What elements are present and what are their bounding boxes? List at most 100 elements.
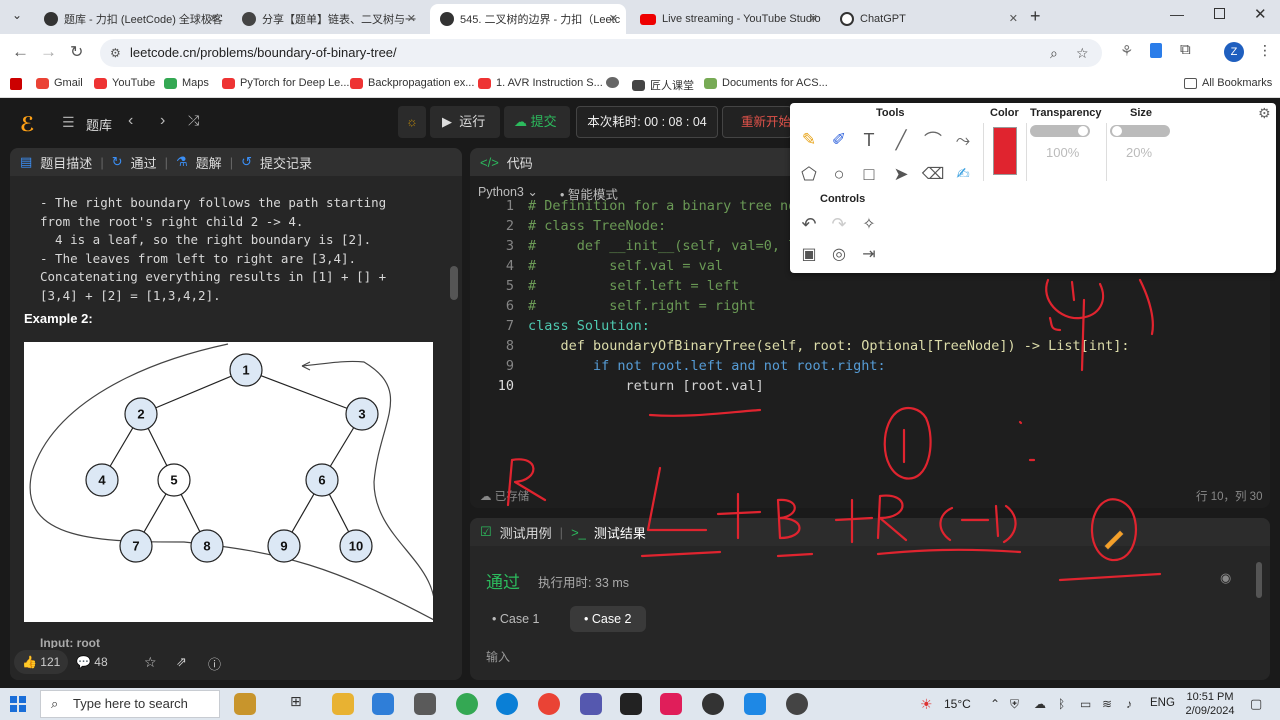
prev-problem-icon[interactable]: ‹ xyxy=(128,112,133,130)
bookmark-star-icon[interactable]: ☆ xyxy=(1076,39,1089,67)
like-button[interactable]: 👍 121 xyxy=(14,650,68,674)
results-scrollbar[interactable] xyxy=(1256,562,1262,598)
network-icon[interactable]: ▭ xyxy=(1080,697,1091,711)
close-tab-icon[interactable]: ✕ xyxy=(809,12,818,25)
tab-accepted[interactable]: 通过 xyxy=(131,153,157,172)
taskbar-search-box[interactable]: ⌕ Type here to search xyxy=(40,690,220,718)
bookmark-item[interactable]: Maps xyxy=(164,77,209,89)
comments-button[interactable]: 💬 48 xyxy=(76,655,108,669)
slider-thumb[interactable] xyxy=(1078,126,1088,136)
terminal-app-icon[interactable] xyxy=(620,693,642,715)
bookmark-item[interactable]: 匠人课堂 xyxy=(632,77,694,93)
case-2-tab[interactable]: • Case 2 xyxy=(570,606,646,632)
slack-icon[interactable] xyxy=(660,693,682,715)
polygon-tool-icon[interactable]: ⬠ xyxy=(796,161,822,187)
debug-icon[interactable]: ☼ xyxy=(398,106,426,138)
extension-blue-icon[interactable] xyxy=(1150,43,1162,58)
share-icon[interactable]: ⇗ xyxy=(176,654,187,670)
text-tool-icon[interactable]: T xyxy=(856,127,882,153)
all-bookmarks[interactable]: All Bookmarks xyxy=(1184,77,1272,89)
arrow-tool-icon[interactable]: ⤳ xyxy=(950,127,976,153)
settings-gear-icon[interactable]: ⚙ xyxy=(1258,105,1271,122)
reload-icon[interactable]: ↻ xyxy=(70,42,83,62)
chrome-alt-icon[interactable] xyxy=(538,693,560,715)
visibility-eye-icon[interactable]: ◉ xyxy=(1220,570,1231,586)
marker-icon[interactable]: ✐ xyxy=(826,127,852,153)
clock-time[interactable]: 10:51 PM xyxy=(1184,691,1236,703)
tab-description[interactable]: 题目描述 xyxy=(40,153,92,172)
description-scrollbar[interactable] xyxy=(450,266,458,300)
close-tab-icon[interactable]: ✕ xyxy=(609,12,618,25)
highlighter-icon[interactable]: ✍ xyxy=(950,161,976,187)
back-arrow-icon[interactable]: ← xyxy=(12,42,29,62)
browser-tab[interactable]: 分享【题单】链表、二叉树与一 ✕ xyxy=(232,4,424,34)
close-tab-icon[interactable]: ✕ xyxy=(209,12,218,25)
site-info-icon[interactable]: ⚙ xyxy=(110,39,121,67)
tab-solutions[interactable]: 题解 xyxy=(196,153,222,172)
restart-button[interactable]: 重新开始 xyxy=(722,106,792,138)
tab-submissions[interactable]: 提交记录 xyxy=(260,153,312,172)
case-1-tab[interactable]: • Case 1 xyxy=(492,612,539,626)
run-button[interactable]: ▶ 运行 xyxy=(430,106,500,138)
favorite-star-icon[interactable]: ☆ xyxy=(144,654,157,671)
app-icon[interactable] xyxy=(414,693,436,715)
github-icon[interactable] xyxy=(702,693,724,715)
browser-menu-icon[interactable]: ⋮ xyxy=(1258,42,1272,59)
exit-icon[interactable]: ⇥ xyxy=(856,241,882,267)
select-pointer-icon[interactable]: ➤ xyxy=(888,161,914,187)
wifi-icon[interactable]: ≋ xyxy=(1102,697,1112,711)
task-view-icon[interactable] xyxy=(234,693,256,715)
windows-start-icon[interactable] xyxy=(10,696,26,712)
redo-icon[interactable]: ↷ xyxy=(826,211,852,237)
transparency-slider[interactable] xyxy=(1030,125,1090,137)
cloud-icon[interactable]: ☁ xyxy=(1034,697,1046,711)
tab-test-result[interactable]: 测试结果 xyxy=(594,523,646,542)
slider-thumb[interactable] xyxy=(1112,126,1122,136)
teams-icon[interactable] xyxy=(580,693,602,715)
size-slider[interactable] xyxy=(1110,125,1170,137)
clear-all-icon[interactable]: ✧ xyxy=(856,211,882,237)
next-problem-icon[interactable]: › xyxy=(160,112,165,130)
extensions-puzzle-icon[interactable]: ⧉ xyxy=(1180,41,1191,58)
undo-icon[interactable]: ↶ xyxy=(796,211,822,237)
widgets-icon[interactable]: ⊞ xyxy=(290,693,312,715)
minimize-window-icon[interactable]: — xyxy=(1170,6,1184,22)
volume-icon[interactable]: ♪ xyxy=(1126,697,1132,711)
forward-arrow-icon[interactable]: → xyxy=(40,42,57,62)
zoom-icon[interactable]: ⌕ xyxy=(1050,39,1058,67)
clock-date[interactable]: 2/09/2024 xyxy=(1182,705,1238,717)
tab-search-chevron-icon[interactable]: ⌄ xyxy=(8,8,26,26)
browser-tab[interactable]: Live streaming - YouTube Studio ✕ xyxy=(630,4,826,34)
bookmark-item[interactable]: Documents for ACS... xyxy=(704,77,828,89)
bookmark-item[interactable] xyxy=(606,77,624,88)
bookmark-item[interactable]: Gmail xyxy=(36,77,83,89)
input-language[interactable]: ENG xyxy=(1150,697,1175,709)
weather-icon[interactable]: ☀ xyxy=(920,696,933,713)
pencil-icon[interactable]: ✎ xyxy=(796,127,822,153)
new-tab-plus-icon[interactable]: + xyxy=(1030,6,1041,27)
vscode-icon[interactable] xyxy=(744,693,766,715)
close-window-icon[interactable]: ✕ xyxy=(1254,5,1267,23)
browser-tab-active[interactable]: 545. 二叉树的边界 - 力扣（Leetc ✕ xyxy=(430,4,626,34)
rectangle-tool-icon[interactable]: □ xyxy=(856,161,882,187)
shuffle-icon[interactable]: ⤮ xyxy=(188,112,199,129)
browser-tab[interactable]: ChatGPT ✕ xyxy=(830,4,1026,34)
bookmark-item[interactable]: 1. AVR Instruction S... xyxy=(478,77,603,89)
chrome-icon[interactable] xyxy=(456,693,478,715)
address-bar[interactable]: ⚙ leetcode.cn/problems/boundary-of-binar… xyxy=(100,39,1102,67)
bluetooth-icon[interactable]: ᛒ xyxy=(1058,697,1065,711)
bookmark-item[interactable]: Backpropagation ex... xyxy=(350,77,474,89)
tray-chevron-icon[interactable]: ⌃ xyxy=(990,697,1000,711)
security-icon[interactable]: ⛨ xyxy=(1010,697,1019,712)
problem-list-link[interactable]: 题库 xyxy=(86,115,112,134)
line-tool-icon[interactable]: ╱ xyxy=(888,127,914,153)
apps-icon[interactable] xyxy=(10,78,22,90)
edge-icon[interactable] xyxy=(496,693,518,715)
close-tab-icon[interactable]: ✕ xyxy=(1009,12,1018,25)
leetcode-logo-icon[interactable]: ℰ xyxy=(20,112,35,137)
file-explorer-icon[interactable] xyxy=(332,693,354,715)
hide-annotations-icon[interactable]: ◎ xyxy=(826,241,852,267)
maximize-window-icon[interactable] xyxy=(1214,8,1225,19)
list-icon[interactable]: ☰ xyxy=(62,114,75,131)
browser-tab[interactable]: 题库 - 力扣 (LeetCode) 全球极客 ✕ xyxy=(34,4,226,34)
